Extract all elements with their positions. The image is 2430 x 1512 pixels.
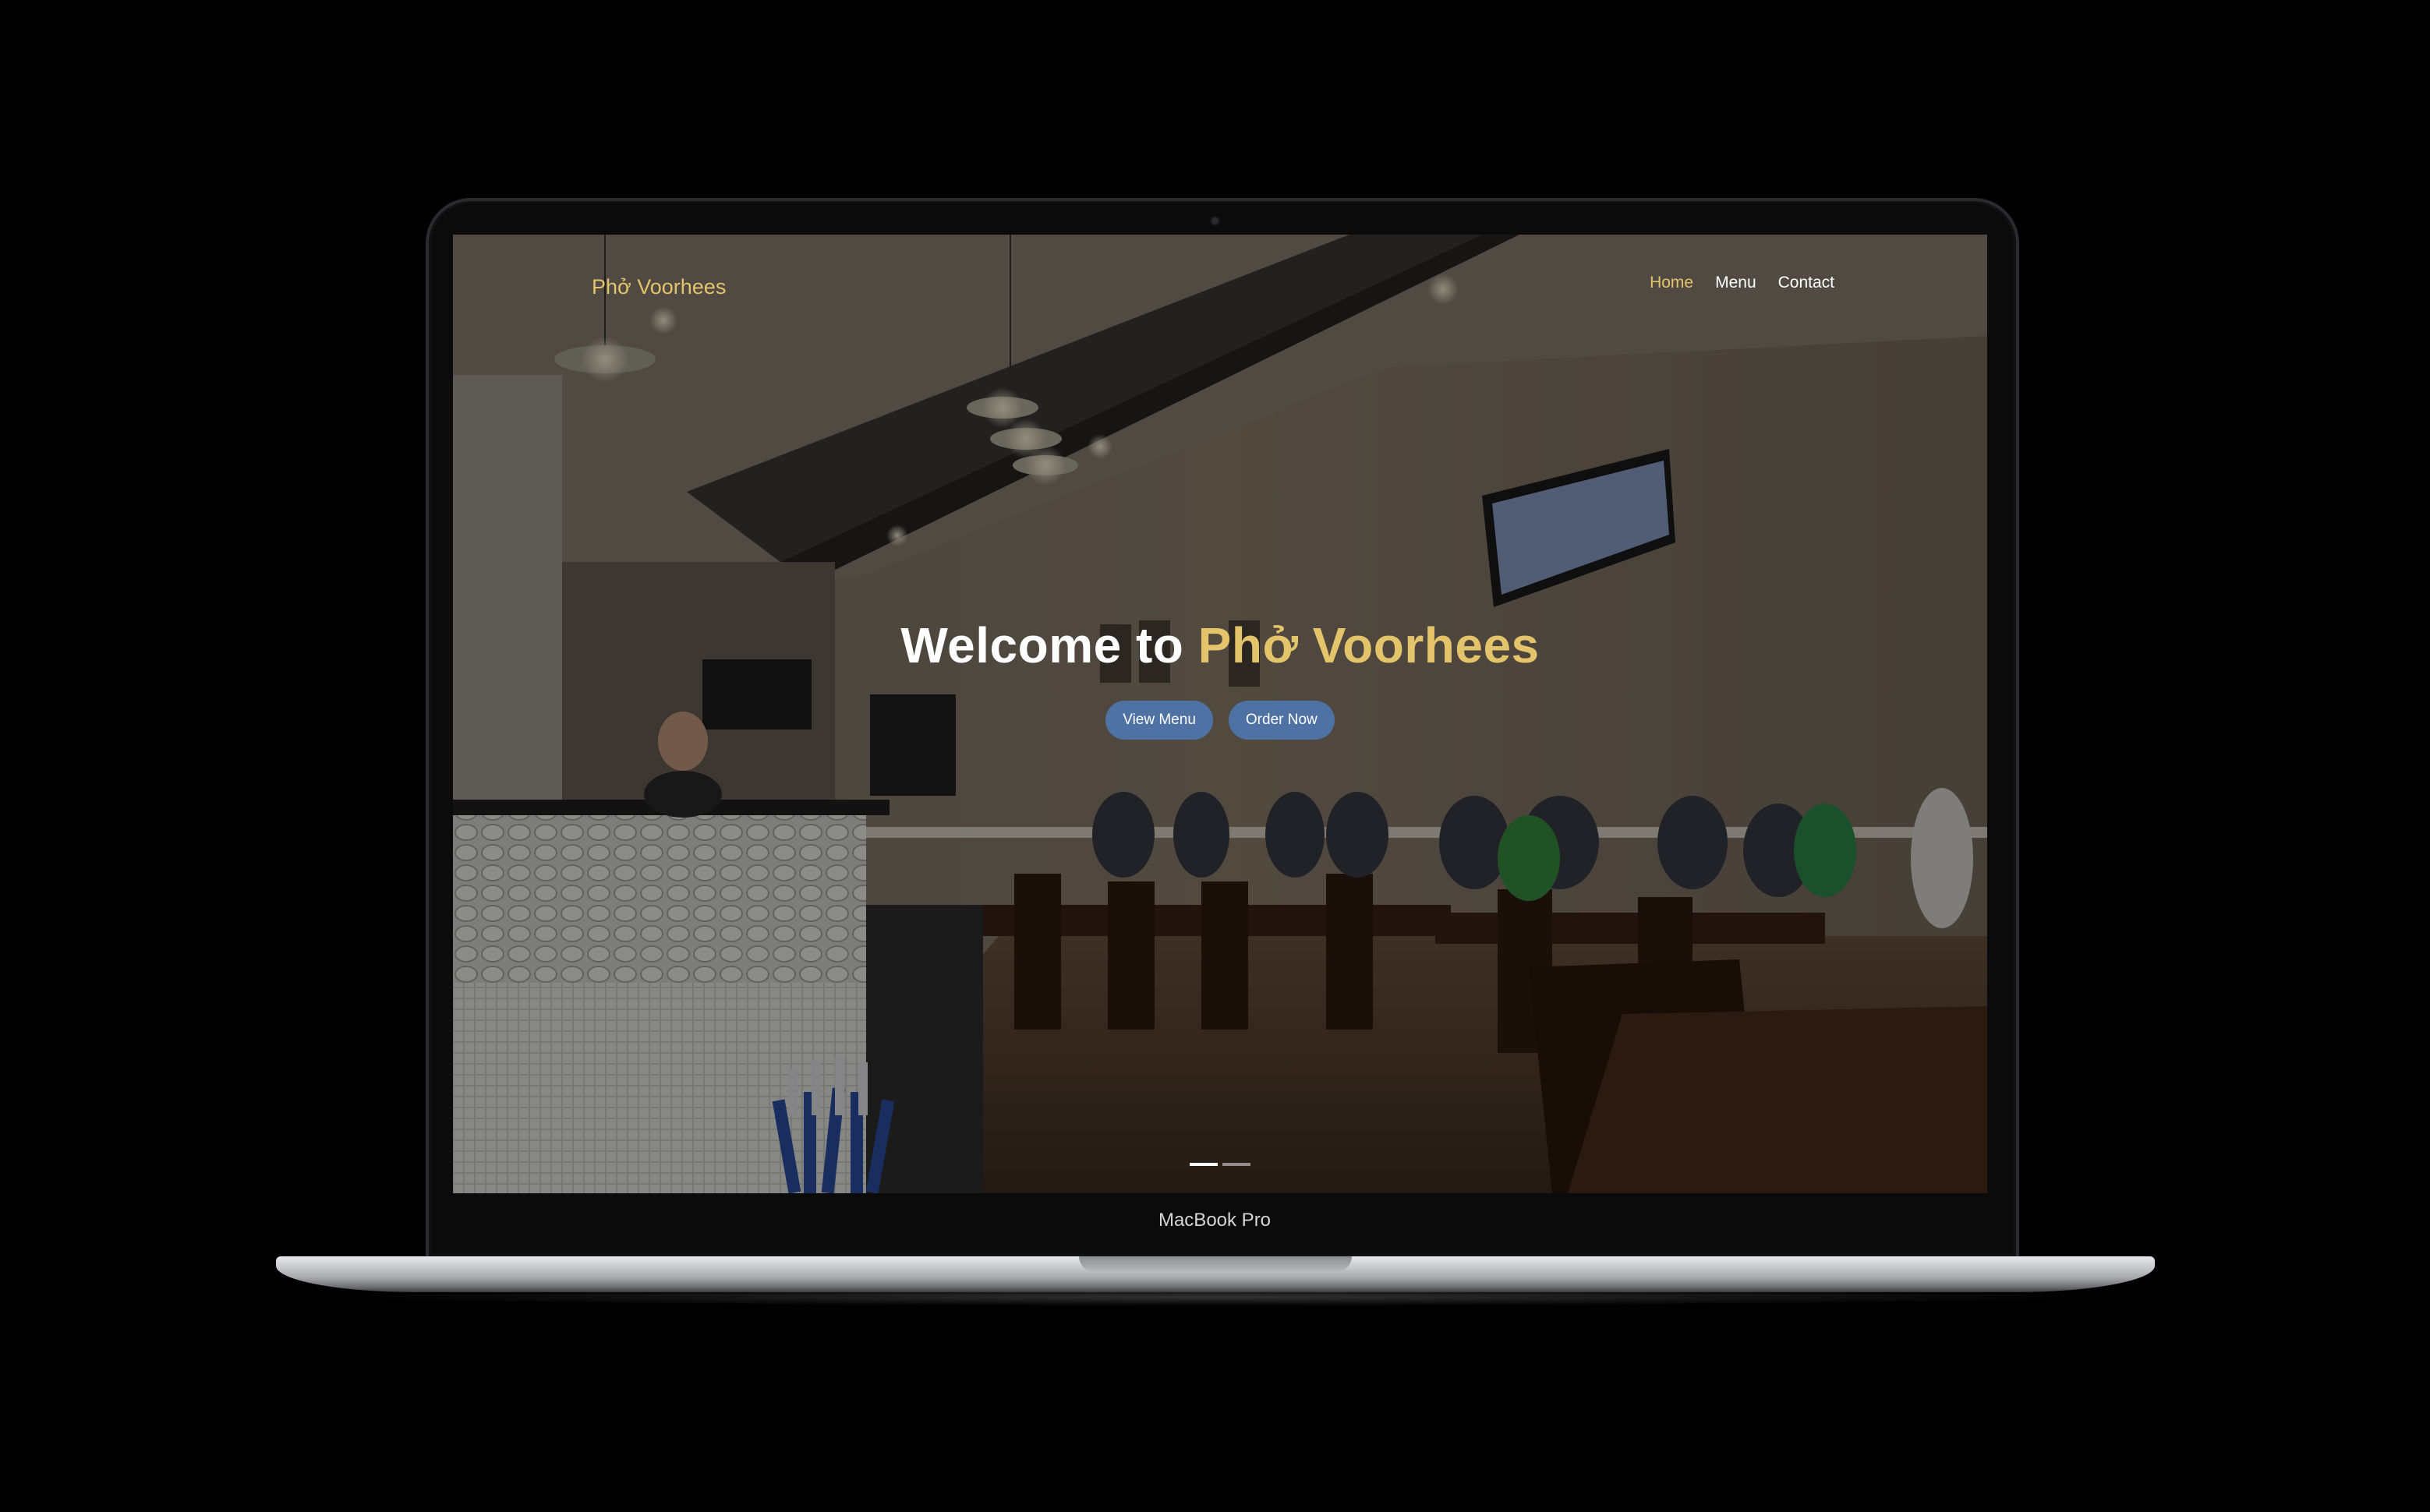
carousel-indicator-2[interactable]: [1222, 1163, 1250, 1166]
nav-link-contact[interactable]: Contact: [1778, 274, 1834, 292]
hero-actions: View Menu Order Now: [453, 701, 1987, 740]
camera-dot-icon: [1211, 217, 1219, 224]
site-brand-logo[interactable]: Phở Voorhees: [592, 275, 726, 299]
site-navbar: Phở Voorhees Home Menu Contact: [453, 235, 1987, 299]
nav-link-menu[interactable]: Menu: [1715, 274, 1756, 292]
laptop-opening-notch: [1079, 1256, 1352, 1272]
carousel-indicators: [453, 1163, 1987, 1166]
browser-screen: Phở Voorhees Home Menu Contact Welcome t…: [453, 235, 1987, 1193]
nav-links: Home Menu Contact: [1650, 274, 1834, 292]
hero-title: Welcome to Phở Voorhees: [453, 616, 1987, 674]
view-menu-button[interactable]: View Menu: [1105, 701, 1213, 740]
order-now-button[interactable]: Order Now: [1228, 701, 1335, 740]
hero-title-highlight: Phở Voorhees: [1197, 617, 1540, 673]
carousel-indicator-1[interactable]: [1190, 1163, 1218, 1166]
device-model-label: MacBook Pro: [1158, 1210, 1272, 1231]
nav-link-home[interactable]: Home: [1650, 274, 1693, 292]
hero-section: Welcome to Phở Voorhees View Menu Order …: [453, 616, 1987, 740]
hero-title-prefix: Welcome to: [900, 617, 1198, 673]
